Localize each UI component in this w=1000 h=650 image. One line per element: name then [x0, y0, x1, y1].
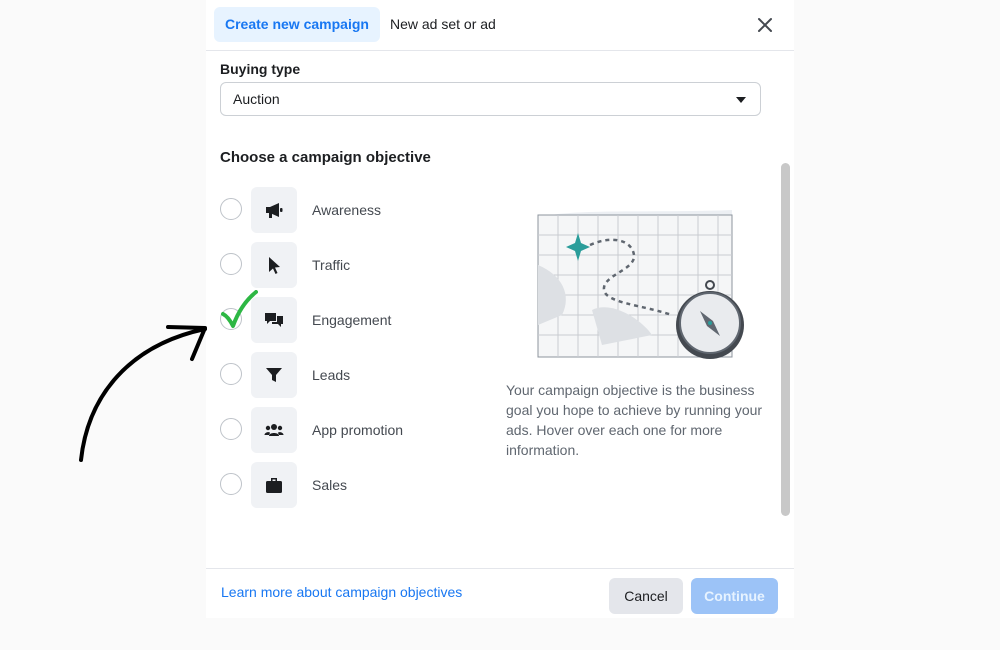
radio-traffic[interactable] — [220, 253, 242, 275]
leads-icon-box — [251, 352, 297, 398]
caret-down-icon — [736, 97, 746, 103]
awareness-icon-box — [251, 187, 297, 233]
objective-description: Your campaign objective is the business … — [506, 382, 763, 458]
people-icon — [264, 424, 284, 436]
dialog-tabs: Create new campaign New ad set or ad — [206, 0, 794, 51]
close-icon[interactable] — [754, 14, 776, 36]
buying-type-value: Auction — [233, 91, 280, 107]
objective-label-sales: Sales — [312, 477, 348, 493]
learn-more-link[interactable]: Learn more about campaign objectives — [221, 584, 462, 600]
objective-option-app-promotion[interactable]: App promotion — [218, 407, 478, 453]
radio-leads[interactable] — [220, 363, 242, 385]
app-promotion-icon-box — [251, 407, 297, 453]
objective-option-sales[interactable]: Sales — [218, 462, 478, 508]
megaphone-icon — [266, 203, 283, 218]
buying-type-select[interactable]: Auction — [220, 82, 761, 116]
objective-label-leads: Leads — [312, 367, 351, 383]
funnel-icon — [266, 368, 282, 382]
objective-option-traffic[interactable]: Traffic — [218, 242, 478, 288]
cancel-button[interactable]: Cancel — [609, 578, 683, 614]
map-compass-illustration — [537, 210, 744, 359]
objective-heading: Choose a campaign objective — [220, 149, 431, 166]
objective-label-traffic: Traffic — [312, 257, 351, 273]
scrollbar-thumb[interactable] — [781, 163, 790, 516]
tab-create-new-campaign[interactable]: Create new campaign — [214, 7, 380, 42]
traffic-icon-box — [251, 242, 297, 288]
radio-sales[interactable] — [220, 473, 242, 495]
radio-app-promotion[interactable] — [220, 418, 242, 440]
objective-label-app-promotion: App promotion — [312, 422, 404, 438]
objective-label-engagement: Engagement — [312, 312, 392, 328]
tab-new-ad-set-or-ad[interactable]: New ad set or ad — [379, 7, 507, 42]
objective-option-leads[interactable]: Leads — [218, 352, 478, 398]
briefcase-icon — [266, 478, 282, 493]
cursor-icon — [269, 257, 280, 274]
continue-button[interactable]: Continue — [691, 578, 778, 614]
annotation-checkmark-icon — [221, 290, 258, 328]
radio-awareness[interactable] — [220, 198, 242, 220]
sales-icon-box — [251, 462, 297, 508]
objective-option-awareness[interactable]: Awareness — [218, 187, 478, 233]
buying-type-label: Buying type — [220, 61, 301, 77]
objective-label-awareness: Awareness — [312, 202, 382, 218]
chat-bubbles-icon — [265, 313, 283, 327]
dialog-footer: Learn more about campaign objectives Can… — [206, 568, 794, 619]
annotation-arrow — [79, 325, 207, 462]
create-campaign-dialog: Create new campaign New ad set or ad Buy… — [206, 0, 794, 618]
